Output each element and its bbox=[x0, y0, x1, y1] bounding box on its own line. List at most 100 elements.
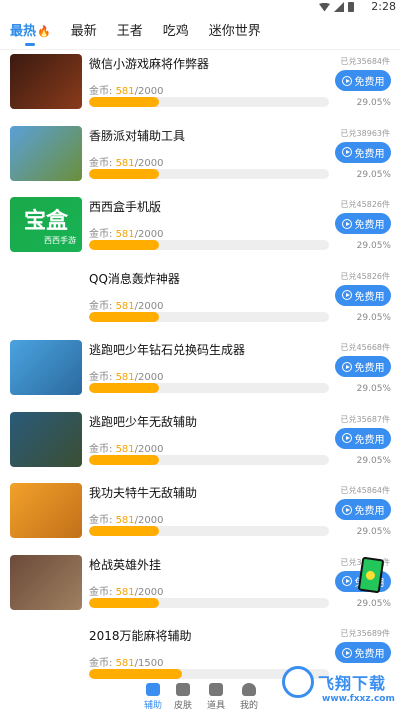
tool-thumbnail[interactable] bbox=[10, 411, 82, 467]
nav-props[interactable]: 道具 bbox=[201, 683, 231, 711]
progress-bar bbox=[89, 240, 329, 250]
coin-total: /2000 bbox=[134, 229, 164, 240]
free-use-label: 免费用 bbox=[354, 77, 385, 88]
exchanged-count: 已兑45668件 bbox=[340, 343, 390, 352]
list-item[interactable]: 逃跑吧少年无敌辅助 金币: 581/2000 已兑35687件 免费用 29.0… bbox=[0, 406, 400, 478]
list-item[interactable]: 宝盒 西西手游 西西盒手机版 金币: 581/2000 已兑45826件 免费用 … bbox=[0, 191, 400, 263]
wifi-icon bbox=[319, 2, 330, 12]
tab-newest[interactable]: 最新 bbox=[71, 14, 97, 50]
free-use-label: 免费用 bbox=[354, 220, 385, 231]
watermark-logo-icon bbox=[282, 666, 314, 698]
coin-current: 581 bbox=[115, 515, 135, 526]
nav-mine[interactable]: 我的 bbox=[234, 683, 264, 711]
coin-label: 金币: bbox=[89, 443, 113, 455]
status-time: 2:28 bbox=[371, 0, 396, 13]
free-use-button[interactable]: 免费用 bbox=[335, 213, 391, 234]
signal-icon bbox=[334, 2, 344, 12]
nav-skin[interactable]: 皮肤 bbox=[168, 683, 198, 711]
progress-percent: 29.05% bbox=[356, 169, 391, 180]
tool-name[interactable]: 逃跑吧少年钻石兑换码生成器 bbox=[89, 341, 245, 358]
exchanged-count: 已兑35684件 bbox=[340, 57, 390, 66]
list-item[interactable]: 逃跑吧少年钻石兑换码生成器 金币: 581/2000 已兑45668件 免费用 … bbox=[0, 334, 400, 406]
watermark-text: 飞翔下载 bbox=[318, 674, 387, 693]
coin-cost: 金币: 581/2000 bbox=[89, 368, 163, 383]
progress-bar bbox=[89, 526, 329, 536]
progress-fill bbox=[89, 669, 182, 679]
progress-percent: 29.05% bbox=[356, 527, 391, 537]
progress-fill bbox=[89, 526, 159, 536]
red-envelope-float[interactable] bbox=[357, 556, 385, 594]
play-icon bbox=[341, 504, 352, 515]
tool-name[interactable]: 枪战英雄外挂 bbox=[89, 556, 161, 573]
progress-bar bbox=[89, 383, 329, 393]
coin-label: 金币: bbox=[89, 515, 113, 526]
tool-thumbnail[interactable] bbox=[10, 626, 82, 681]
tool-name[interactable]: 香肠派对辅助工具 bbox=[89, 127, 185, 144]
tab-wangzhe[interactable]: 王者 bbox=[117, 14, 143, 50]
free-use-label: 免费用 bbox=[354, 506, 385, 517]
play-icon bbox=[341, 361, 352, 372]
free-use-label: 免费用 bbox=[354, 363, 385, 374]
tool-name[interactable]: 微信小游戏麻将作弊器 bbox=[89, 55, 209, 72]
list-item[interactable]: 我功夫特牛无敌辅助 金币: 581/2000 已兑45864件 免费用 29.0… bbox=[0, 477, 400, 549]
coin-label: 金币: bbox=[89, 229, 113, 240]
free-use-button[interactable]: 免费用 bbox=[335, 70, 391, 91]
coin-current: 581 bbox=[115, 372, 135, 383]
tool-thumbnail[interactable] bbox=[10, 483, 82, 538]
coin-label: 金币: bbox=[89, 586, 113, 598]
tab-hottest[interactable]: 最热🔥 bbox=[10, 14, 51, 50]
list-item[interactable]: 微信小游戏麻将作弊器 金币: 581/2000 已兑35684件 免费用 29.… bbox=[0, 48, 400, 120]
active-tab-indicator bbox=[25, 42, 36, 46]
list-item[interactable]: 香肠派对辅助工具 金币: 581/2000 已兑38963件 免费用 29.05… bbox=[0, 120, 400, 192]
coin-current: 581 bbox=[115, 586, 135, 598]
tool-name[interactable]: 我功夫特牛无敌辅助 bbox=[89, 484, 197, 501]
free-use-button[interactable]: 免费用 bbox=[335, 356, 391, 377]
coin-cost: 金币: 581/2000 bbox=[89, 225, 163, 240]
tool-thumbnail[interactable] bbox=[10, 125, 82, 181]
nav-assist[interactable]: 辅助 bbox=[138, 683, 168, 711]
tool-thumbnail[interactable] bbox=[10, 554, 82, 610]
coin-total: /2000 bbox=[134, 443, 164, 455]
nav-label: 道具 bbox=[206, 701, 225, 711]
site-watermark: 飞翔下载 www.fxxz.com bbox=[282, 664, 400, 710]
coin-cost: 金币: 581/2000 bbox=[89, 82, 163, 97]
list-item[interactable]: QQ消息轰炸神器 金币: 581/2000 已兑45826件 免费用 29.05… bbox=[0, 263, 400, 335]
tool-name[interactable]: 逃跑吧少年无敌辅助 bbox=[89, 413, 197, 430]
free-use-button[interactable]: 免费用 bbox=[335, 427, 391, 449]
free-use-button[interactable]: 免费用 bbox=[335, 642, 391, 663]
free-use-label: 免费用 bbox=[354, 434, 385, 446]
tool-thumbnail[interactable]: 宝盒 西西手游 bbox=[10, 197, 82, 252]
progress-percent: 29.05% bbox=[356, 98, 391, 108]
coin-cost: 金币: 581/2000 bbox=[89, 154, 163, 169]
play-icon bbox=[341, 218, 352, 229]
free-use-button[interactable]: 免费用 bbox=[335, 499, 391, 520]
free-use-button[interactable]: 免费用 bbox=[335, 141, 391, 163]
tab-chiji[interactable]: 吃鸡 bbox=[163, 14, 189, 50]
free-use-label: 免费用 bbox=[354, 148, 385, 160]
progress-bar bbox=[89, 597, 329, 608]
user-icon bbox=[242, 683, 256, 696]
tool-thumbnail[interactable] bbox=[10, 54, 82, 109]
coin-total: /2000 bbox=[134, 157, 164, 169]
progress-fill bbox=[89, 454, 159, 465]
tool-thumbnail[interactable] bbox=[10, 268, 82, 324]
progress-fill bbox=[89, 240, 159, 250]
tool-name[interactable]: 2018万能麻将辅助 bbox=[89, 627, 192, 644]
status-bar: 2:28 bbox=[0, 0, 400, 14]
tab-mini-world[interactable]: 迷你世界 bbox=[209, 14, 261, 50]
coin-total: /2000 bbox=[134, 300, 164, 312]
tool-name[interactable]: QQ消息轰炸神器 bbox=[89, 270, 180, 287]
tool-list: 微信小游戏麻将作弊器 金币: 581/2000 已兑35684件 免费用 29.… bbox=[0, 48, 400, 692]
coin-label: 金币: bbox=[89, 300, 113, 312]
coin-cost: 金币: 581/2000 bbox=[89, 440, 163, 455]
coin-total: /1500 bbox=[134, 658, 164, 669]
coin-current: 581 bbox=[115, 86, 135, 97]
tool-name[interactable]: 西西盒手机版 bbox=[89, 198, 161, 215]
list-item[interactable]: 枪战英雄外挂 金币: 581/2000 已兑35684件 免费用 29.05% bbox=[0, 549, 400, 621]
progress-percent: 29.05% bbox=[356, 312, 391, 323]
free-use-button[interactable]: 免费用 bbox=[335, 284, 391, 306]
tool-thumbnail[interactable] bbox=[10, 340, 82, 395]
category-tabs: 最热🔥 最新 王者 吃鸡 迷你世界 bbox=[0, 14, 400, 50]
free-use-label: 免费用 bbox=[354, 291, 385, 303]
progress-fill bbox=[89, 311, 159, 322]
